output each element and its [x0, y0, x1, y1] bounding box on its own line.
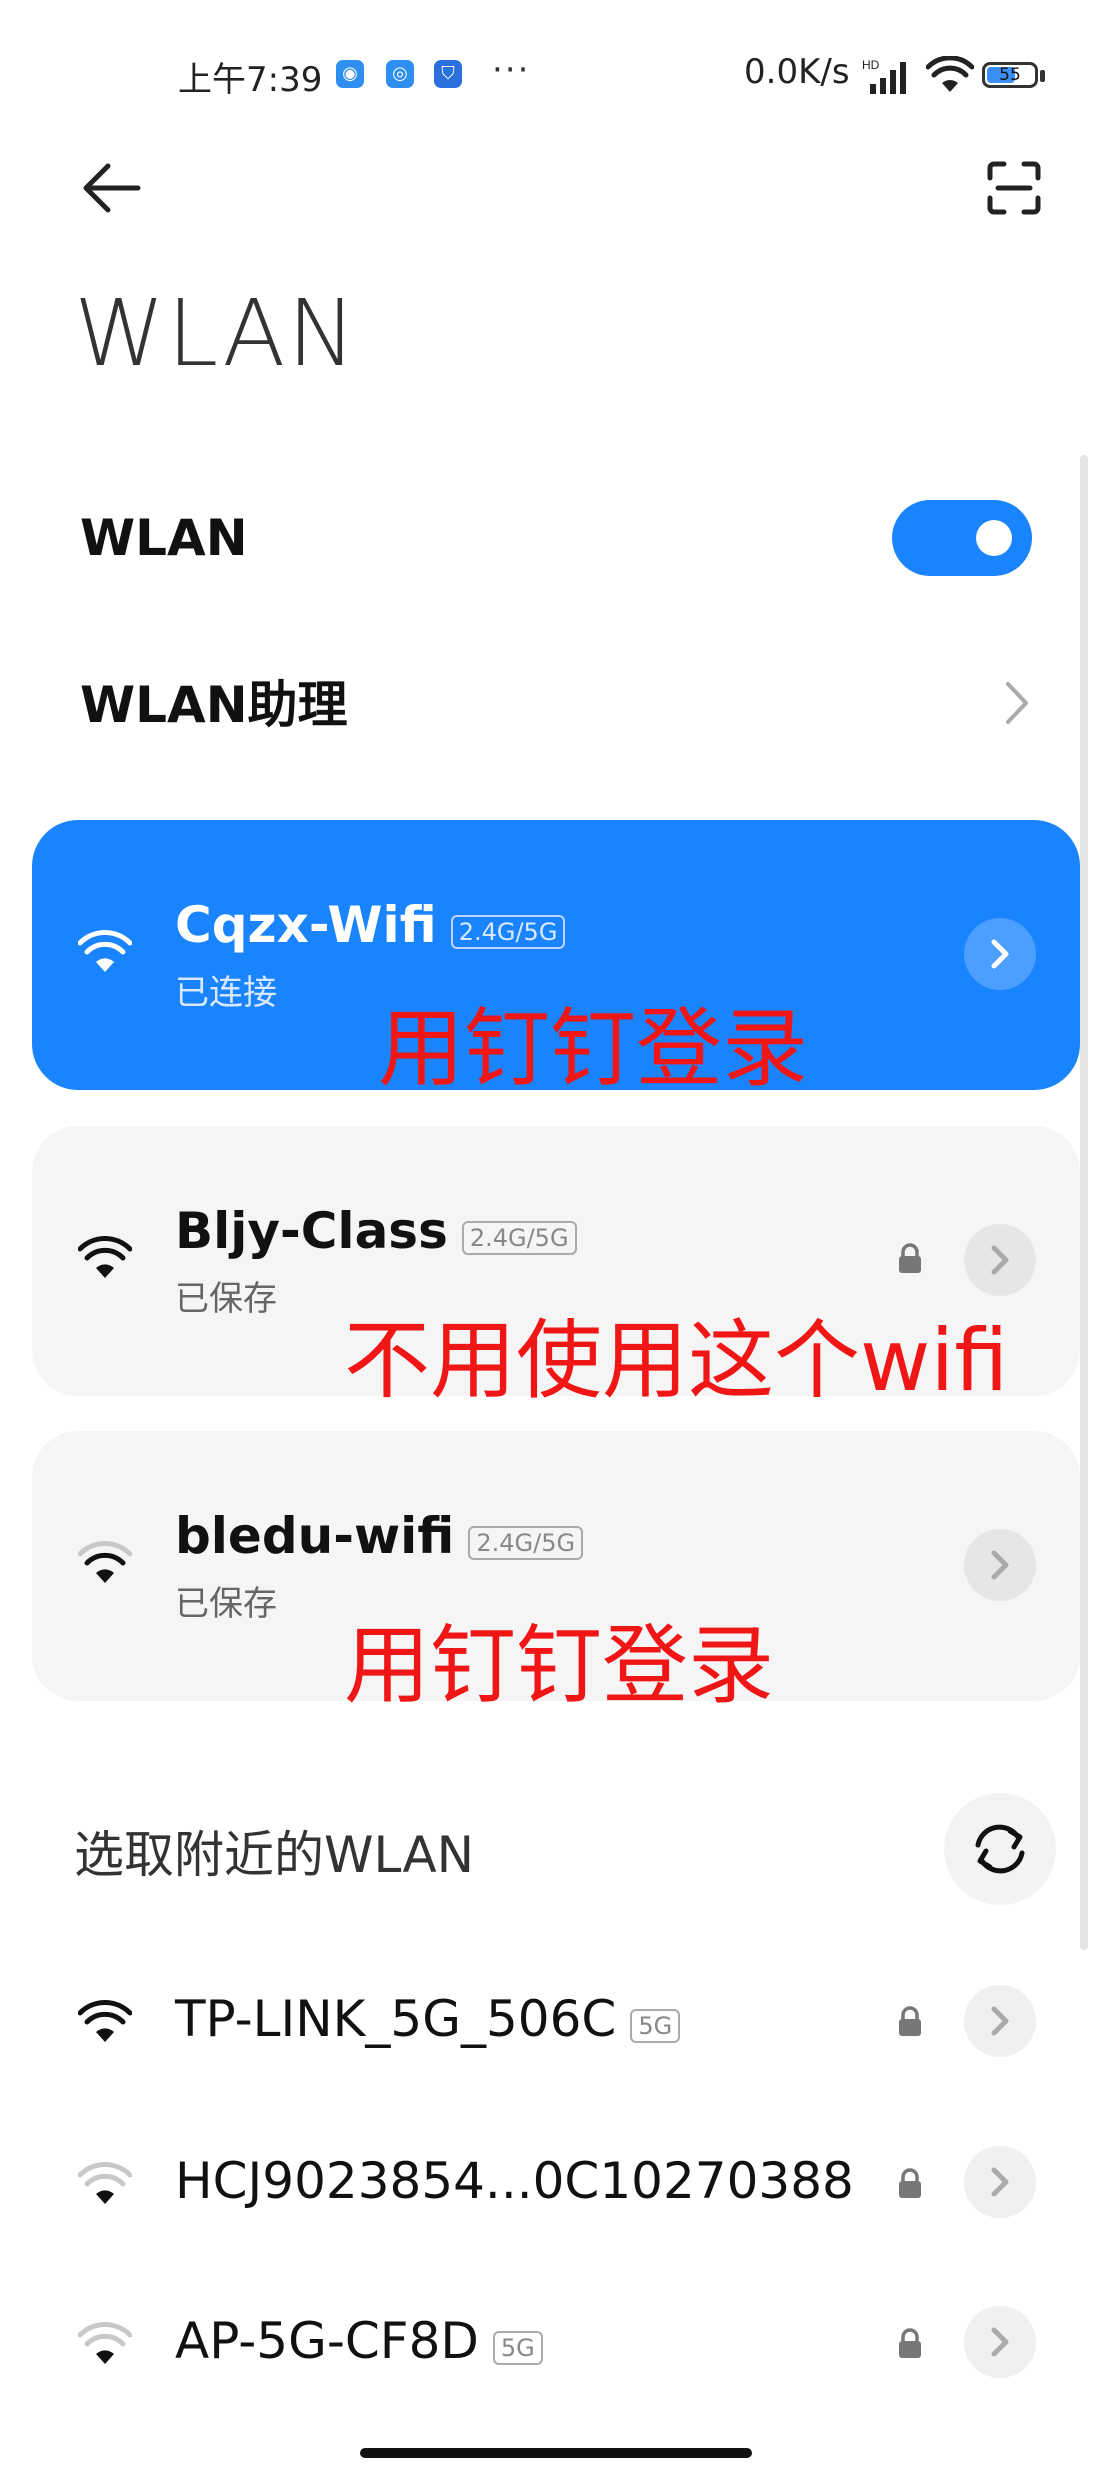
- wlan-toggle-label: WLAN: [80, 509, 248, 567]
- band-badge: 5G: [630, 2008, 681, 2043]
- network-name: HCJ9023854...0C10270388: [175, 2152, 854, 2210]
- battery-level: 55: [999, 65, 1021, 85]
- wlan-assistant-row[interactable]: WLAN助理: [80, 665, 1040, 745]
- lock-icon: [899, 2168, 921, 2198]
- wlan-toggle-switch[interactable]: [892, 500, 1032, 576]
- app-notification-icon: ◎: [386, 60, 414, 88]
- wifi-signal-icon: [78, 930, 132, 972]
- network-status: 已连接: [175, 973, 277, 1013]
- network-details-button[interactable]: [964, 1985, 1036, 2057]
- status-bar: 上午7:39 ◉ ◎ ⛉ ··· 0.0K/s HD 55: [0, 0, 1113, 150]
- band-badge: 2.4G/5G: [468, 1525, 584, 1560]
- wlan-toggle-row[interactable]: WLAN: [80, 500, 248, 576]
- band-badge: 2.4G/5G: [461, 1220, 577, 1255]
- wifi-signal-icon: [78, 2162, 132, 2204]
- band-badge: 2.4G/5G: [450, 914, 566, 949]
- chevron-right-icon: [991, 2167, 1009, 2197]
- shield-notification-icon: ⛉: [434, 60, 462, 88]
- chevron-right-icon: [991, 1245, 1009, 1275]
- refresh-icon: [975, 1824, 1025, 1874]
- refresh-button[interactable]: [944, 1793, 1056, 1905]
- page-title: WLAN: [74, 280, 359, 387]
- network-speed: 0.0K/s: [744, 52, 850, 92]
- network-name-row: TP-LINK_5G_506C 5G: [175, 1990, 681, 2049]
- chevron-right-icon: [991, 2006, 1009, 2036]
- annotation-text: 用钉钉登录: [378, 999, 808, 1099]
- more-notifications-icon: ···: [492, 50, 531, 90]
- network-name-row: HCJ9023854...0C10270388: [175, 2152, 854, 2210]
- toggle-knob: [976, 520, 1012, 556]
- chevron-right-icon: [1006, 682, 1028, 724]
- wlan-assistant-label: WLAN助理: [80, 676, 348, 734]
- battery-tip: [1040, 70, 1045, 82]
- wifi-signal-icon: [78, 2000, 132, 2042]
- network-details-button[interactable]: [964, 1224, 1036, 1296]
- network-name: bledu-wifi: [175, 1507, 455, 1565]
- wifi-signal-icon: [78, 1541, 132, 1583]
- network-name-row: Cqzx-Wifi 2.4G/5G: [175, 896, 566, 955]
- network-name-row: Bljy-Class 2.4G/5G: [175, 1202, 577, 1261]
- scan-qr-icon[interactable]: [986, 160, 1042, 216]
- wifi-signal-icon: [78, 1236, 132, 1278]
- network-status: 已保存: [175, 1279, 277, 1319]
- network-name: Bljy-Class: [175, 1202, 448, 1260]
- nearby-networks-title: 选取附近的WLAN: [74, 1826, 475, 1884]
- network-name: AP-5G-CF8D: [175, 2312, 479, 2370]
- network-status: 已保存: [175, 1584, 277, 1624]
- wifi-status-icon: [926, 56, 974, 92]
- annotation-text: 不用使用这个wifi: [344, 1311, 1009, 1411]
- wifi-signal-icon: [78, 2322, 132, 2364]
- chevron-right-icon: [991, 1550, 1009, 1580]
- network-details-button[interactable]: [964, 1529, 1036, 1601]
- scrollbar[interactable]: [1080, 455, 1088, 1950]
- network-name-row: AP-5G-CF8D 5G: [175, 2312, 543, 2371]
- network-name-row: bledu-wifi 2.4G/5G: [175, 1507, 584, 1566]
- network-name: TP-LINK_5G_506C: [175, 1990, 617, 2048]
- lock-icon: [899, 2328, 921, 2358]
- network-details-button[interactable]: [964, 2146, 1036, 2218]
- network-type-label: HD: [862, 58, 880, 72]
- app-notification-icon: ◉: [336, 60, 364, 88]
- battery-icon: 55: [982, 62, 1038, 88]
- network-details-button[interactable]: [964, 2306, 1036, 2378]
- chevron-right-icon: [991, 2327, 1009, 2357]
- home-indicator[interactable]: [360, 2448, 752, 2458]
- lock-icon: [899, 1243, 921, 1273]
- status-time: 上午7:39: [178, 60, 323, 100]
- network-name: Cqzx-Wifi: [175, 896, 437, 954]
- lock-icon: [899, 2006, 921, 2036]
- chevron-right-icon: [991, 939, 1009, 969]
- annotation-text: 用钉钉登录: [344, 1616, 774, 1716]
- network-details-button[interactable]: [964, 918, 1036, 990]
- back-arrow-icon[interactable]: [78, 160, 144, 216]
- band-badge: 5G: [492, 2330, 543, 2365]
- cellular-signal-icon: HD: [862, 58, 906, 94]
